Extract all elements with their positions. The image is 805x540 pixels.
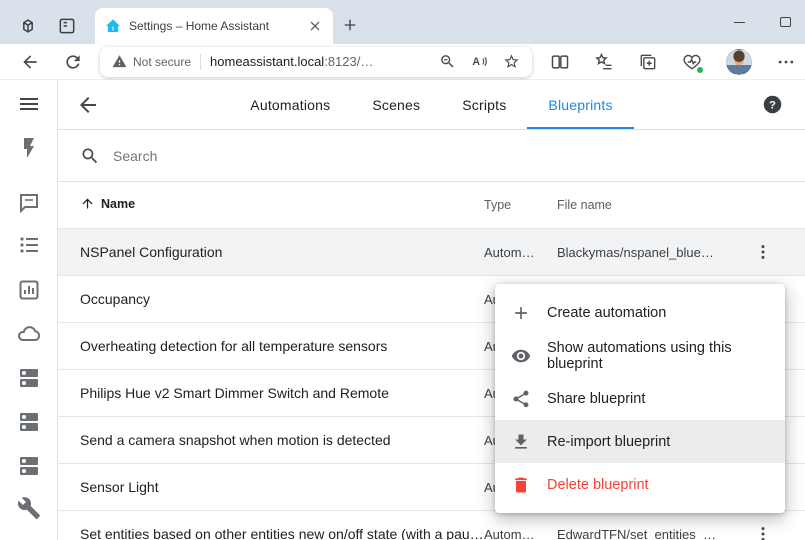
server-icon-1[interactable]: [17, 366, 41, 390]
new-tab-icon[interactable]: [341, 16, 359, 34]
history-icon[interactable]: [17, 278, 41, 302]
tab-title: Settings – Home Assistant: [129, 19, 307, 33]
address-divider: [200, 54, 201, 70]
row-name: Overheating detection for all temperatur…: [58, 338, 484, 354]
read-aloud-icon[interactable]: A: [471, 53, 488, 70]
sort-ascending-icon: [80, 196, 95, 211]
back-icon[interactable]: [20, 52, 40, 72]
workspaces-icon[interactable]: [18, 16, 38, 36]
menu-item-show-automations[interactable]: Show automations using this blueprint: [495, 334, 785, 377]
share-icon: [511, 389, 531, 409]
essentials-status-badge: [696, 66, 704, 74]
blueprint-context-menu: Create automation Show automations using…: [495, 284, 785, 513]
not-secure-warning-icon: [112, 54, 127, 69]
ha-header: Automations Scenes Scripts Blueprints ?: [58, 80, 805, 130]
collections-icon[interactable]: [638, 52, 658, 72]
table-header: Name Type File name: [58, 182, 805, 229]
window-controls: [725, 8, 799, 36]
row-file: EdwardTFN/set_entities_bas…: [557, 527, 721, 540]
help-icon[interactable]: ?: [762, 94, 783, 115]
row-overflow-menu-icon[interactable]: [753, 242, 773, 262]
menu-item-reimport-blueprint[interactable]: Re-import blueprint: [495, 420, 785, 463]
menu-item-create-automation[interactable]: Create automation: [495, 291, 785, 334]
row-name: Philips Hue v2 Smart Dimmer Switch and R…: [58, 385, 484, 401]
energy-icon[interactable]: [17, 136, 41, 160]
menu-item-delete-blueprint[interactable]: Delete blueprint: [495, 463, 785, 506]
tab-automations[interactable]: Automations: [229, 80, 351, 129]
page-content: Automations Scenes Scripts Blueprints ?: [0, 80, 805, 540]
url-host: homeassistant.local: [210, 54, 324, 69]
settings-more-icon[interactable]: [776, 52, 796, 72]
ha-sidebar: [0, 80, 58, 540]
search-input[interactable]: [113, 148, 413, 164]
column-header-name: Name: [101, 197, 135, 211]
row-name: NSPanel Configuration: [58, 244, 484, 260]
search-bar: [58, 130, 805, 182]
row-name: Occupancy: [58, 291, 484, 307]
tab-blueprints[interactable]: Blueprints: [527, 80, 633, 129]
ha-main: Automations Scenes Scripts Blueprints ?: [58, 80, 805, 540]
zoom-out-icon[interactable]: [439, 53, 456, 70]
menu-item-label: Show automations using this blueprint: [547, 340, 769, 372]
row-file: Blackymas/nspanel_blueprin…: [557, 245, 721, 260]
column-header-type[interactable]: Type: [484, 198, 557, 212]
svg-text:A: A: [472, 56, 480, 68]
security-label[interactable]: Not secure: [133, 55, 191, 69]
ha-tab-bar: Automations Scenes Scripts Blueprints: [58, 80, 805, 129]
eye-icon: [511, 346, 531, 366]
logbook-icon[interactable]: [17, 233, 41, 257]
menu-item-share-blueprint[interactable]: Share blueprint: [495, 377, 785, 420]
close-tab-icon[interactable]: [307, 18, 323, 34]
browser-essentials-icon[interactable]: [682, 52, 702, 72]
menu-item-label: Delete blueprint: [547, 477, 649, 493]
trash-icon: [511, 475, 531, 495]
tools-icon[interactable]: [17, 496, 41, 520]
svg-text:?: ?: [769, 99, 776, 111]
cloud-icon[interactable]: [17, 322, 41, 346]
refresh-icon[interactable]: [63, 52, 83, 72]
menu-item-label: Share blueprint: [547, 391, 645, 407]
favorites-icon[interactable]: [594, 52, 614, 72]
favorite-star-icon[interactable]: [503, 53, 520, 70]
tab-actions-icon[interactable]: [57, 16, 77, 36]
menu-item-label: Re-import blueprint: [547, 434, 670, 450]
row-type: Autom…: [484, 527, 557, 540]
tab-scripts[interactable]: Scripts: [441, 80, 527, 129]
split-screen-icon[interactable]: [550, 52, 570, 72]
menu-icon[interactable]: [17, 92, 41, 116]
address-bar[interactable]: Not secure homeassistant.local :8123/… A: [100, 47, 532, 77]
download-icon: [511, 432, 531, 452]
maximize-icon[interactable]: [771, 8, 799, 36]
server-icon-2[interactable]: [17, 410, 41, 434]
browser-window: Settings – Home Assistant Not secure: [0, 0, 805, 540]
home-assistant-favicon: [105, 18, 121, 34]
profile-avatar[interactable]: [726, 49, 752, 75]
table-row[interactable]: NSPanel Configuration Autom… Blackymas/n…: [58, 229, 805, 276]
browser-navbar: Not secure homeassistant.local :8123/… A: [0, 44, 805, 80]
browser-titlebar: Settings – Home Assistant: [0, 0, 805, 44]
row-name: Set entities based on other entities new…: [58, 526, 484, 540]
row-overflow-menu-icon[interactable]: [753, 524, 773, 540]
minimize-icon[interactable]: [725, 8, 753, 36]
table-row[interactable]: Set entities based on other entities new…: [58, 511, 805, 540]
chat-icon[interactable]: [17, 191, 41, 215]
tab-scenes[interactable]: Scenes: [351, 80, 441, 129]
toolbar-icons: [550, 49, 796, 75]
row-name: Send a camera snapshot when motion is de…: [58, 432, 484, 448]
search-icon: [80, 146, 100, 166]
plus-icon: [511, 303, 531, 323]
menu-item-label: Create automation: [547, 305, 666, 321]
row-type: Autom…: [484, 245, 557, 260]
column-header-file[interactable]: File name: [557, 198, 721, 212]
browser-tab[interactable]: Settings – Home Assistant: [95, 8, 333, 44]
row-name: Sensor Light: [58, 479, 484, 495]
url-path: :8123/…: [324, 54, 373, 69]
server-icon-3[interactable]: [17, 454, 41, 478]
sort-by-name[interactable]: Name: [80, 196, 135, 211]
